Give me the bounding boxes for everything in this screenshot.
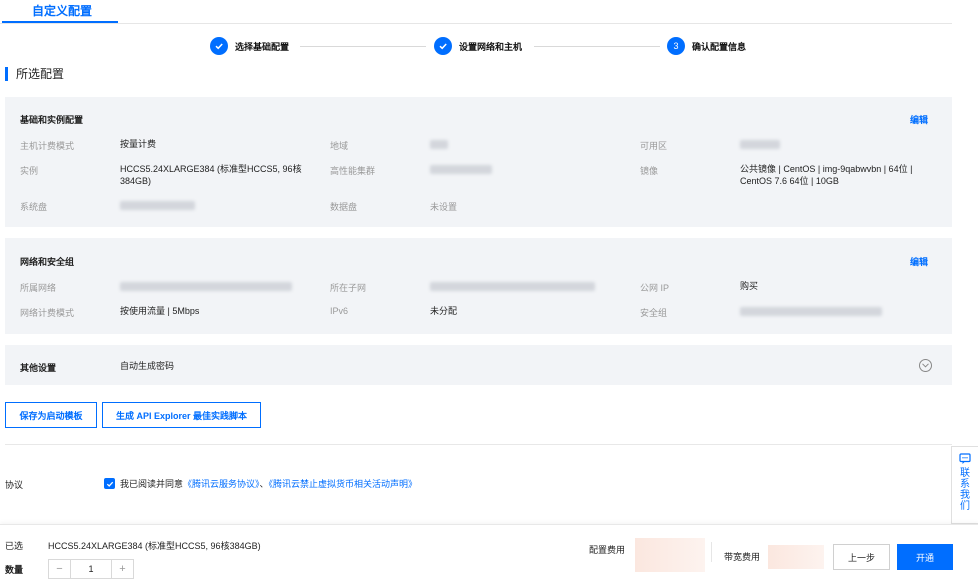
- check-icon: [434, 37, 452, 55]
- billing-label: 主机计费模式: [20, 141, 75, 151]
- quantity-stepper: − 1 +: [48, 559, 134, 579]
- fee-divider: [711, 542, 712, 562]
- config-fee-label: 配置费用: [589, 545, 626, 555]
- config-fee-redacted: [635, 538, 705, 572]
- contact-us-label: 联系我们: [960, 468, 970, 512]
- edit-basic-link[interactable]: 编辑: [910, 113, 928, 126]
- instance-value: HCCS5.24XLARGE384 (标准型HCCS5, 96核384GB): [120, 164, 302, 186]
- vpc-label: 所属网络: [20, 283, 57, 293]
- image-value: 公共镜像 | CentOS | img-9qabwvbn | 64位 | Cen…: [740, 164, 913, 186]
- step-connector: [534, 46, 660, 47]
- selected-label: 已选: [5, 541, 24, 551]
- step-network-host: 设置网络和主机: [434, 37, 522, 55]
- step-basic-config: 选择基础配置: [210, 37, 289, 55]
- hpc-label: 高性能集群: [330, 166, 376, 176]
- ipv6-label: IPv6: [330, 306, 349, 316]
- other-value: 自动生成密码: [120, 361, 175, 371]
- bandwidth-fee-redacted: [768, 545, 824, 569]
- save-template-button[interactable]: 保存为启动模板: [5, 402, 97, 428]
- crypto-statement-link[interactable]: 《腾讯云禁止虚拟货币相关活动声明》: [269, 479, 418, 489]
- service-agreement-link[interactable]: 《腾讯云服务协议》: [183, 479, 260, 489]
- selected-value: HCCS5.24XLARGE384 (标准型HCCS5, 96核384GB): [48, 541, 261, 551]
- agreement-separator: 、: [259, 479, 269, 489]
- hpc-value-redacted: [430, 165, 492, 174]
- zone-label: 可用区: [640, 141, 668, 151]
- quantity-label: 数量: [5, 565, 24, 575]
- footer-bar: [0, 524, 978, 581]
- public-ip-value: 购买: [740, 281, 759, 291]
- step-number: 3: [667, 37, 685, 55]
- edit-network-link[interactable]: 编辑: [910, 255, 928, 268]
- tab-custom-config[interactable]: 自定义配置: [32, 2, 92, 19]
- other-panel-title: 其他设置: [20, 363, 57, 373]
- agreement-checkbox[interactable]: [104, 478, 115, 489]
- quantity-minus-button[interactable]: −: [49, 560, 71, 578]
- billing-value: 按量计费: [120, 139, 157, 149]
- network-panel-title: 网络和安全组: [20, 257, 75, 267]
- quantity-plus-button[interactable]: +: [111, 560, 133, 578]
- sg-label: 安全组: [640, 308, 668, 318]
- public-ip-label: 公网 IP: [640, 283, 670, 293]
- api-explorer-button[interactable]: 生成 API Explorer 最佳实践脚本: [102, 402, 261, 428]
- prev-step-button[interactable]: 上一步: [833, 544, 890, 570]
- agreement-text-row: 我已阅读并同意《腾讯云服务协议》、《腾讯云禁止虚拟货币相关活动声明》: [120, 478, 417, 490]
- datadisk-value: 未设置: [430, 202, 458, 212]
- submit-button[interactable]: 开通: [897, 544, 953, 570]
- chat-icon: [959, 453, 971, 464]
- step-connector: [300, 46, 426, 47]
- basic-panel-title: 基础和实例配置: [20, 115, 84, 125]
- quantity-input[interactable]: 1: [71, 560, 111, 578]
- image-label: 镜像: [640, 166, 659, 176]
- agreement-text: 我已阅读并同意: [120, 479, 184, 489]
- divider: [5, 444, 952, 445]
- chevron-down-icon[interactable]: [919, 359, 932, 372]
- region-label: 地域: [330, 141, 349, 151]
- zone-value-redacted: [740, 140, 780, 149]
- step-label: 设置网络和主机: [459, 41, 523, 52]
- net-billing-value: 按使用流量 | 5Mbps: [120, 306, 200, 316]
- instance-label: 实例: [20, 166, 39, 176]
- vpc-value-redacted: [120, 282, 292, 291]
- datadisk-label: 数据盘: [330, 202, 358, 212]
- subnet-label: 所在子网: [330, 283, 367, 293]
- sysdisk-label: 系统盘: [20, 202, 48, 212]
- section-title: 所选配置: [5, 67, 64, 81]
- sysdisk-value-redacted: [120, 201, 195, 210]
- step-label: 确认配置信息: [692, 41, 747, 52]
- tab-divider: [0, 23, 952, 24]
- net-billing-label: 网络计费模式: [20, 308, 75, 318]
- ipv6-value: 未分配: [430, 306, 458, 316]
- step-confirm: 3 确认配置信息: [667, 37, 746, 55]
- subnet-value-redacted: [430, 282, 595, 291]
- check-icon: [106, 481, 113, 487]
- agreement-label: 协议: [5, 480, 24, 490]
- sg-value-redacted: [740, 307, 882, 316]
- contact-us-widget[interactable]: 联系我们: [951, 446, 978, 524]
- check-icon: [210, 37, 228, 55]
- region-value-redacted: [430, 140, 448, 149]
- step-label: 选择基础配置: [235, 41, 290, 52]
- bandwidth-fee-label: 带宽费用: [724, 552, 761, 562]
